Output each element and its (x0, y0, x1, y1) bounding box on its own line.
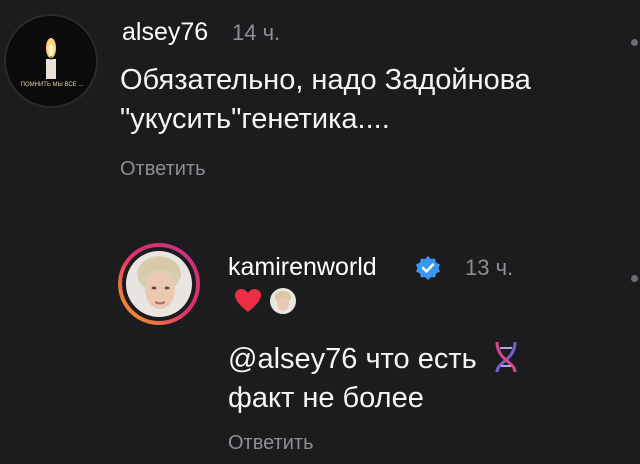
more-options-icon[interactable] (631, 39, 638, 46)
comment-text-line: факт не более (228, 382, 424, 414)
comment-kamirenworld: kamirenworld 13 ч. @alsey76 что есть фак… (0, 220, 640, 464)
comment-text: Обязательно, надо Задойнова "укусить"ген… (120, 61, 531, 139)
comment-text-line: "укусить"генетика.... (120, 103, 390, 135)
comment-timestamp: 14 ч. (232, 20, 281, 45)
comment-timestamp: 13 ч. (465, 255, 514, 280)
comment-username[interactable]: kamirenworld (228, 253, 377, 282)
more-options-icon[interactable] (631, 275, 638, 282)
heart-icon (235, 289, 261, 312)
comment-text-line: Обязательно, надо Задойнова (120, 64, 531, 96)
reply-button[interactable]: Ответить (120, 158, 206, 181)
story-ring-avatar[interactable] (117, 242, 201, 326)
candle-icon (46, 38, 56, 79)
reply-button[interactable]: Ответить (228, 432, 314, 455)
avatar-caption: ПОМНИТЬ МЫ ВСЕ ... (20, 82, 84, 88)
avatar[interactable]: ПОМНИТЬ МЫ ВСЕ ... (4, 14, 98, 108)
verified-badge-icon (416, 256, 440, 280)
comment-username[interactable]: alsey76 (122, 18, 208, 47)
comment-text-content: @alsey76 что есть (228, 343, 477, 375)
comment-text: @alsey76 что есть факт не более (228, 340, 521, 418)
author-mini-avatar (268, 286, 298, 316)
comment-alsey76: ПОМНИТЬ МЫ ВСЕ ... alsey76 14 ч. Обязате… (0, 0, 640, 200)
dna-icon (495, 341, 517, 373)
comment-text-line: @alsey76 что есть (228, 340, 521, 379)
